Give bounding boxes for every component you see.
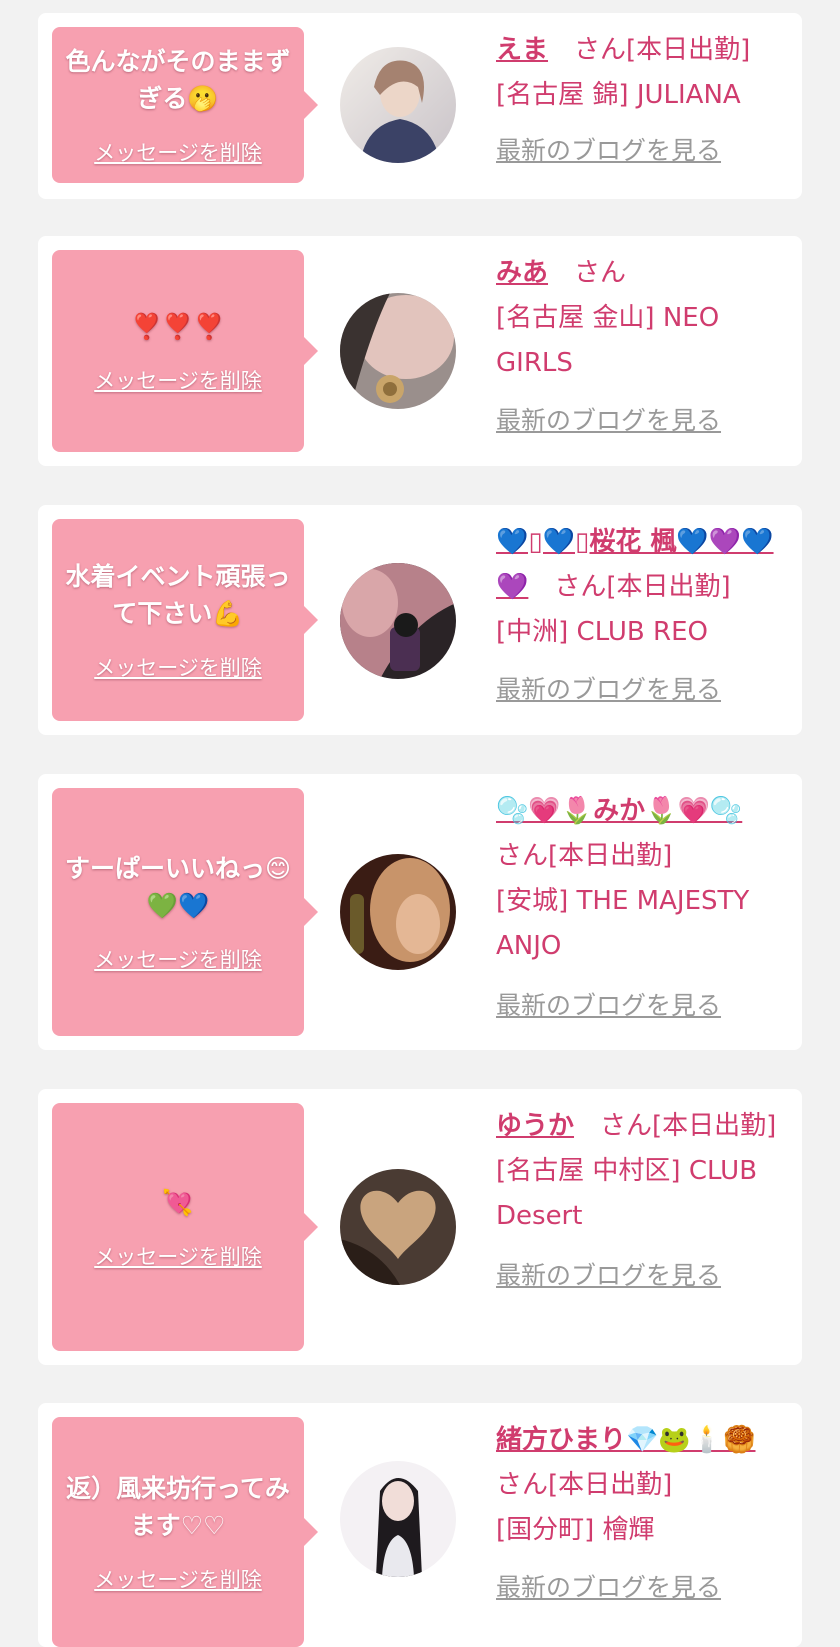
latest-blog-link[interactable]: 最新のブログを見る (496, 667, 792, 712)
message-text: ❣️❣️❣️ (131, 311, 225, 341)
message-bubble: すーぱーいいねっ😊💚💙 メッセージを削除 (52, 788, 318, 1036)
latest-blog-link[interactable]: 最新のブログを見る (496, 983, 792, 1028)
cast-status: さん (574, 258, 627, 288)
cast-info: えま さん[本日出勤] [名古屋 錦] JULIANA 最新のブログを見る (496, 28, 792, 173)
cast-info: みあ さん [名古屋 金山] NEO GIRLS 最新のブログを見る (496, 251, 792, 443)
avatar[interactable] (340, 854, 456, 970)
latest-blog-link[interactable]: 最新のブログを見る (496, 398, 792, 443)
cast-name-link[interactable]: えま (496, 35, 548, 65)
cast-name-link[interactable]: 緒方ひまり💎🐸🕯️🥮 (496, 1425, 756, 1455)
avatar[interactable] (340, 47, 456, 163)
cast-info: 💙▯💙▯桜花 楓💙💜💙💜 さん[本日出勤] [中洲] CLUB REO 最新のブロ… (496, 520, 792, 712)
message-card: 水着イベント頑張って下さい💪 メッセージを削除 💙▯💙▯桜花 楓💙💜💙💜 さん[本… (38, 505, 802, 735)
message-text: 返）風来坊行ってみます♡♡ (66, 1474, 290, 1540)
cast-info: 緒方ひまり💎🐸🕯️🥮 さん[本日出勤] [国分町] 檜輝 最新のブログを見る (496, 1418, 792, 1610)
shop-info: [国分町] 檜輝 (496, 1515, 655, 1545)
message-text: 水着イベント頑張って下さい💪 (65, 562, 291, 628)
cast-status: さん[本日出勤] (496, 841, 673, 871)
message-text: 色んながそのままずぎる🫢 (65, 47, 291, 113)
message-bubble: 水着イベント頑張って下さい💪 メッセージを削除 (52, 519, 318, 721)
message-bubble: 返）風来坊行ってみます♡♡ メッセージを削除 (52, 1417, 318, 1647)
avatar[interactable] (340, 1461, 456, 1577)
latest-blog-link[interactable]: 最新のブログを見る (496, 128, 792, 173)
cast-status: さん[本日出勤] (574, 35, 751, 65)
message-text: 💘 (162, 1187, 194, 1217)
cast-name-link[interactable]: 🫧💗🌷みか🌷💗🫧 (496, 796, 742, 826)
cast-status: さん[本日出勤] (600, 1111, 777, 1141)
delete-message-link[interactable]: メッセージを削除 (94, 652, 262, 682)
message-card: すーぱーいいねっ😊💚💙 メッセージを削除 🫧💗🌷みか🌷💗🫧 さん[本日出勤] [安… (38, 774, 802, 1050)
message-bubble: ❣️❣️❣️ メッセージを削除 (52, 250, 318, 452)
shop-info: [中洲] CLUB REO (496, 617, 708, 647)
message-bubble: 💘 メッセージを削除 (52, 1103, 318, 1351)
delete-message-link[interactable]: メッセージを削除 (94, 944, 262, 974)
cast-info: 🫧💗🌷みか🌷💗🫧 さん[本日出勤] [安城] THE MAJESTY ANJO 最… (496, 789, 792, 1028)
shop-info: [名古屋 金山] NEO GIRLS (496, 303, 720, 378)
cast-name-link[interactable]: みあ (496, 258, 548, 288)
avatar[interactable] (340, 293, 456, 409)
avatar[interactable] (340, 563, 456, 679)
latest-blog-link[interactable]: 最新のブログを見る (496, 1253, 792, 1298)
delete-message-link[interactable]: メッセージを削除 (94, 1241, 262, 1271)
delete-message-link[interactable]: メッセージを削除 (94, 1564, 262, 1594)
cast-name-link[interactable]: ゆうか (496, 1111, 574, 1141)
message-text: すーぱーいいねっ😊💚💙 (64, 854, 292, 920)
cast-status: さん[本日出勤] (496, 1470, 673, 1500)
cast-status: さん[本日出勤] (554, 572, 731, 602)
cast-info: ゆうか さん[本日出勤] [名古屋 中村区] CLUB Desert 最新のブログ… (496, 1104, 792, 1298)
shop-info: [安城] THE MAJESTY ANJO (496, 886, 750, 961)
message-card: 💘 メッセージを削除 ゆうか さん[本日出勤] [名古屋 中村区] CLUB De… (38, 1089, 802, 1365)
latest-blog-link[interactable]: 最新のブログを見る (496, 1565, 792, 1610)
avatar[interactable] (340, 1169, 456, 1285)
message-card: 返）風来坊行ってみます♡♡ メッセージを削除 緒方ひまり💎🐸🕯️🥮 さん[本日出勤… (38, 1403, 802, 1647)
delete-message-link[interactable]: メッセージを削除 (94, 137, 262, 167)
delete-message-link[interactable]: メッセージを削除 (94, 365, 262, 395)
message-card: ❣️❣️❣️ メッセージを削除 みあ さん [名古屋 金山] NEO GIRLS … (38, 236, 802, 466)
message-card: 色んながそのままずぎる🫢 メッセージを削除 えま さん[本日出勤] [名古屋 錦]… (38, 13, 802, 199)
message-bubble: 色んながそのままずぎる🫢 メッセージを削除 (52, 27, 318, 183)
shop-info: [名古屋 錦] JULIANA (496, 80, 741, 110)
shop-info: [名古屋 中村区] CLUB Desert (496, 1156, 758, 1231)
